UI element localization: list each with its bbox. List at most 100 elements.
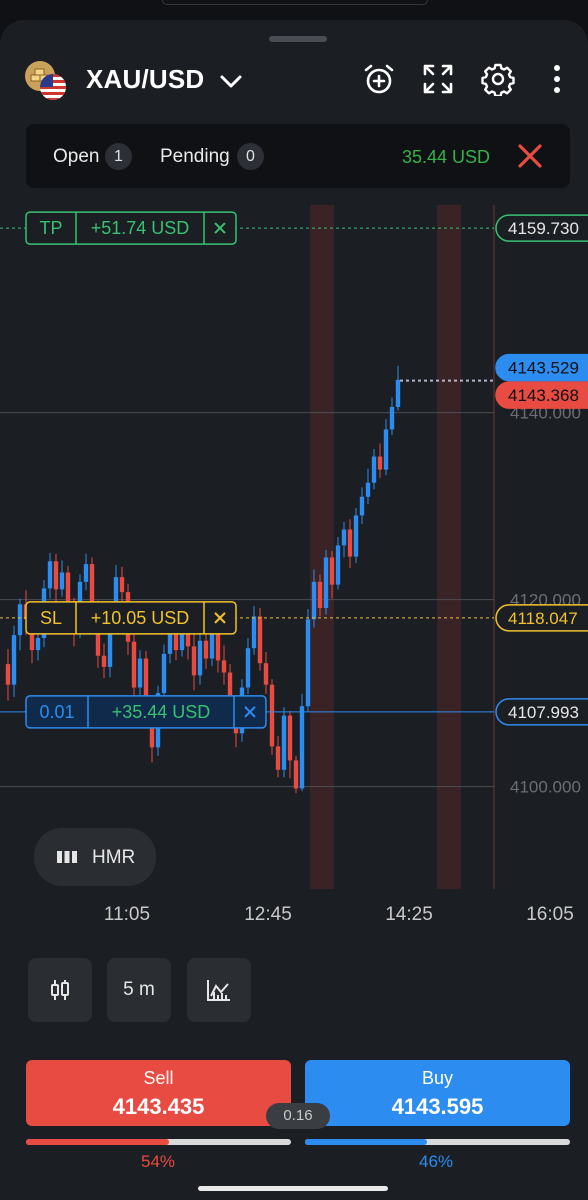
candle-body: [305, 619, 311, 707]
candle: [341, 521, 347, 558]
candle: [11, 625, 17, 697]
stop-loss-tag-label: SL: [40, 608, 62, 628]
candle-body: [365, 482, 371, 497]
position-tag-amount: +35.44 USD: [112, 702, 211, 722]
candle-body: [257, 616, 263, 664]
open-tab[interactable]: Open: [53, 146, 99, 168]
total-pnl: 35.44 USD: [401, 147, 490, 167]
candle-body: [203, 640, 209, 659]
candle-body: [395, 379, 401, 407]
time-tick-label: 16:05: [526, 904, 574, 925]
candle-body: [353, 515, 359, 557]
symbol-title[interactable]: XAU/USD: [86, 64, 204, 95]
stop-loss-tag-amount: +10.05 USD: [91, 608, 190, 628]
price-chart[interactable]: TP +51.74 USD SL +10.05 USD 0.01 +35.44 USD 4…: [0, 205, 588, 925]
candle-body: [221, 660, 227, 673]
tp-price-pill-label: 4159.730: [508, 219, 579, 238]
sell-price: 4143.435: [112, 1094, 205, 1119]
hmr-button[interactable]: HMR: [34, 828, 156, 886]
sell-label: Sell: [143, 1068, 174, 1088]
candle: [371, 449, 377, 490]
sell-button[interactable]: Sell 4143.435: [26, 1060, 291, 1126]
candle: [17, 598, 23, 651]
indicators-button[interactable]: [187, 958, 251, 1022]
open-count-badge: 1: [105, 143, 132, 170]
candle: [203, 633, 209, 669]
candle-body: [287, 715, 293, 761]
take-profit-tag-label: TP: [39, 218, 62, 238]
position-tag[interactable]: 0.01 +35.44 USD: [25, 695, 267, 729]
drag-handle[interactable]: [269, 36, 327, 42]
candle-body: [311, 581, 317, 620]
time-tick-label: 14:25: [385, 904, 433, 925]
candle-body: [59, 572, 65, 590]
candle-body: [341, 529, 347, 546]
more-vertical-icon[interactable]: [540, 62, 574, 96]
candle-body: [275, 746, 281, 770]
candle-body: [191, 646, 197, 676]
candle: [5, 649, 11, 701]
candle: [251, 606, 257, 655]
hmr-label: HMR: [92, 847, 136, 868]
buy-price: 4143.595: [391, 1094, 484, 1119]
buy-sentiment-fill: [305, 1139, 427, 1145]
candle: [383, 419, 389, 476]
candle: [131, 631, 137, 700]
candle-body: [389, 406, 395, 430]
candle-body: [323, 557, 329, 609]
take-profit-tag[interactable]: TP +51.74 USD: [25, 211, 237, 245]
close-all-icon[interactable]: [516, 142, 544, 170]
ask-price-pill: 4143.529: [495, 353, 588, 382]
candle-body: [119, 577, 125, 593]
candle: [377, 443, 383, 479]
chart-type-button[interactable]: [28, 958, 92, 1022]
gear-icon[interactable]: [481, 62, 515, 96]
alarm-add-icon[interactable]: [362, 62, 396, 96]
candle-body: [299, 706, 305, 789]
candle: [287, 710, 293, 779]
pending-tab[interactable]: Pending: [160, 146, 230, 168]
candle: [245, 637, 251, 695]
sl-price-pill-label: 4118.047: [508, 609, 578, 628]
candle-body: [161, 653, 167, 694]
buy-button[interactable]: Buy 4143.595: [305, 1060, 570, 1126]
positions-summary-bar: Open 1 Pending 0 35.44 USD: [26, 124, 570, 188]
candle: [269, 679, 275, 755]
candle: [83, 553, 89, 591]
buy-sentiment-percent: 46%: [419, 1152, 454, 1171]
candle-body: [281, 715, 287, 770]
price-tick-label: 4100.000: [510, 778, 581, 797]
candle-body: [83, 564, 89, 582]
candle-body: [131, 641, 137, 688]
candle-body: [383, 429, 389, 470]
candle: [221, 645, 227, 685]
candle-body: [11, 635, 17, 685]
candle: [263, 651, 269, 695]
indicators-icon: [207, 980, 230, 1001]
candle: [305, 608, 311, 712]
ask-price-pill-label: 4143.529: [508, 359, 579, 378]
chevron-down-icon[interactable]: [218, 68, 244, 94]
candle-body: [293, 760, 299, 789]
candle-body: [53, 561, 59, 590]
bid-price-pill-label: 4143.368: [508, 386, 579, 405]
candle-body: [329, 557, 335, 585]
stop-loss-tag[interactable]: SL +10.05 USD: [25, 601, 237, 635]
home-indicator[interactable]: [198, 1186, 388, 1191]
position-price-pill: 4107.993: [495, 698, 588, 726]
candle: [395, 365, 401, 411]
sell-sentiment-fill: [26, 1139, 170, 1145]
position-tag-label: 0.01: [39, 702, 74, 722]
candle-body: [251, 616, 257, 649]
fullscreen-icon[interactable]: [421, 62, 455, 96]
sell-sentiment-percent: 54%: [141, 1152, 176, 1171]
candle: [359, 487, 365, 524]
candle-body: [359, 496, 365, 516]
candle: [119, 566, 125, 605]
timeframe-button[interactable]: 5 m: [107, 958, 171, 1022]
candle: [53, 553, 59, 605]
take-profit-tag-amount: +51.74 USD: [91, 218, 190, 238]
sl-price-pill: 4118.047: [495, 604, 588, 632]
us-flag-icon: [40, 74, 66, 100]
candle-body: [197, 640, 203, 676]
